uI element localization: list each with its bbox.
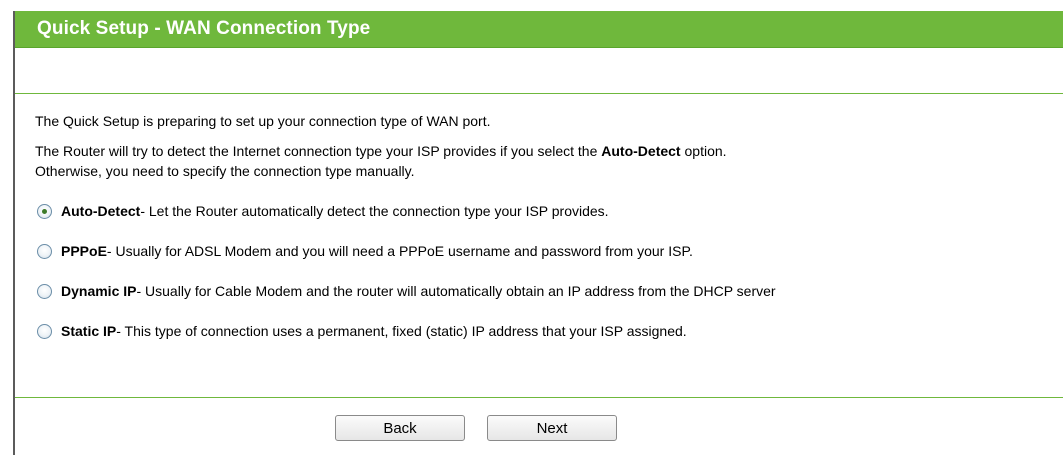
option-description: - Let the Router automatically detect th… [140, 203, 609, 219]
intro-line-2-prefix: The Router will try to detect the Intern… [35, 143, 602, 159]
intro-text: The Quick Setup is preparing to set up y… [35, 111, 727, 181]
option-static-ip[interactable]: Static IP - This type of connection uses… [37, 321, 776, 341]
option-description: - This type of connection uses a permane… [116, 323, 687, 339]
back-button[interactable]: Back [335, 415, 465, 441]
connection-type-options: Auto-Detect - Let the Router automatical… [37, 201, 776, 361]
next-button[interactable]: Next [487, 415, 617, 441]
intro-line-1: The Quick Setup is preparing to set up y… [35, 113, 491, 129]
option-name: PPPoE [61, 243, 107, 259]
intro-line-2-suffix: option. [680, 143, 727, 159]
option-name: Static IP [61, 323, 117, 339]
option-auto-detect[interactable]: Auto-Detect - Let the Router automatical… [37, 201, 776, 221]
top-divider [15, 93, 1063, 94]
bottom-divider [15, 397, 1063, 398]
option-pppoe[interactable]: PPPoE - Usually for ADSL Modem and you w… [37, 241, 776, 261]
page-title: Quick Setup - WAN Connection Type [37, 18, 371, 39]
option-dynamic-ip[interactable]: Dynamic IP - Usually for Cable Modem and… [37, 281, 776, 301]
button-row: Back Next [335, 415, 617, 441]
intro-line-3: Otherwise, you need to specify the conne… [35, 163, 415, 179]
static-ip-radio[interactable] [37, 323, 52, 339]
option-description: - Usually for ADSL Modem and you will ne… [106, 243, 693, 259]
option-description: - Usually for Cable Modem and the router… [136, 283, 776, 299]
intro-line-2: The Router will try to detect the Intern… [35, 141, 727, 181]
auto-detect-radio[interactable] [37, 203, 52, 219]
option-name: Auto-Detect [61, 203, 141, 219]
intro-line-2-bold: Auto-Detect [601, 143, 681, 159]
title-bar: Quick Setup - WAN Connection Type [15, 11, 1063, 48]
pppoe-radio[interactable] [37, 243, 52, 259]
option-name: Dynamic IP [61, 283, 137, 299]
dynamic-ip-radio[interactable] [37, 283, 52, 299]
quick-setup-panel: Quick Setup - WAN Connection Type The Qu… [13, 11, 1063, 455]
